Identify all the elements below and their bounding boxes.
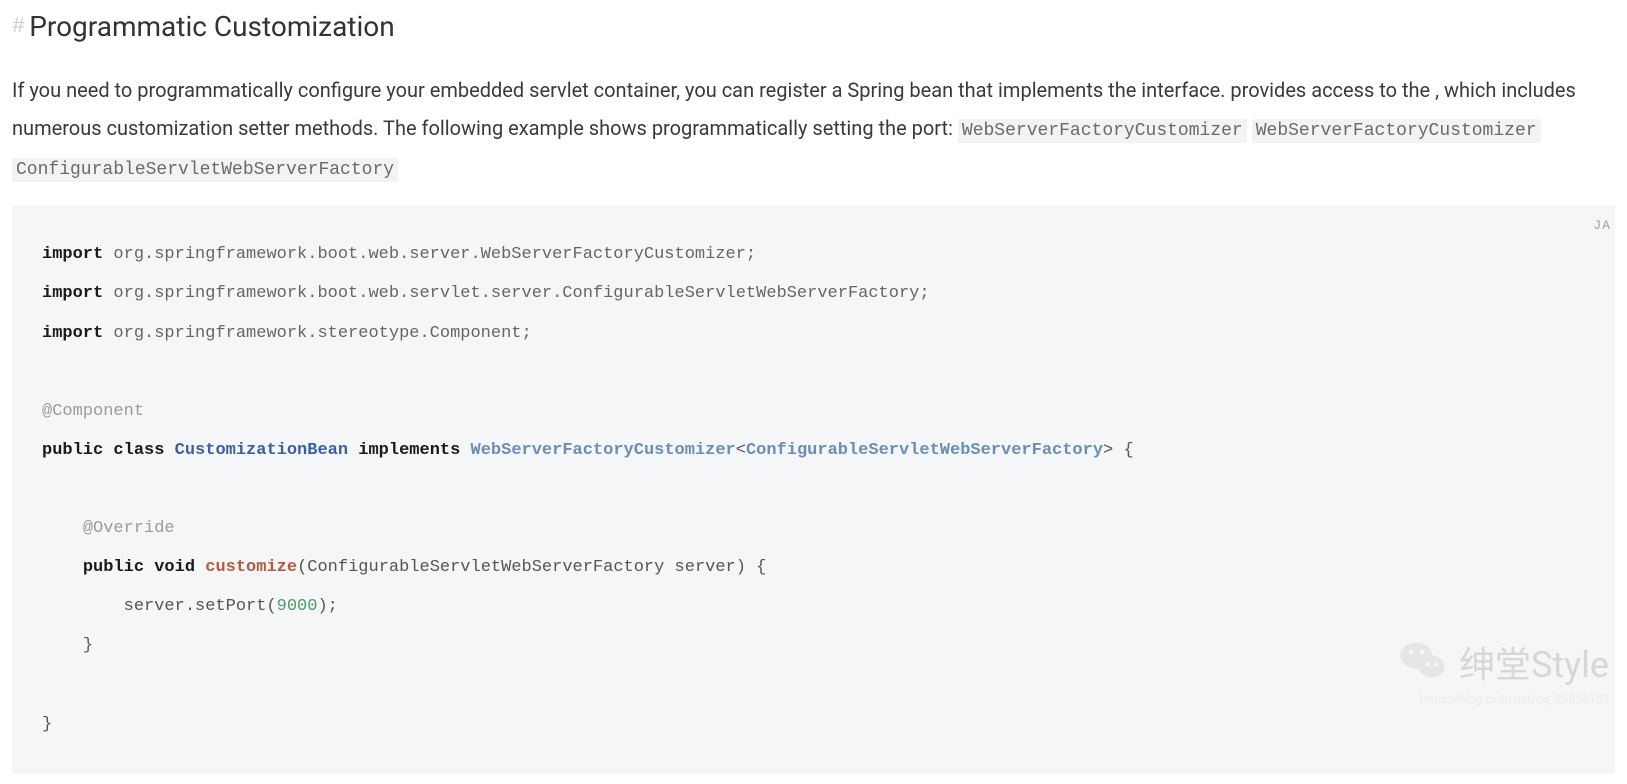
- body-line: server.setPort(: [42, 597, 277, 616]
- generic-type: ConfigurableServletWebServerFactory: [746, 441, 1103, 460]
- intro-paragraph: If you need to programmatically configur…: [12, 71, 1615, 187]
- kw-public: public: [83, 558, 144, 577]
- class-name: CustomizationBean: [175, 441, 348, 460]
- code-language-tag: JA: [1593, 211, 1611, 241]
- anchor-icon: #: [12, 14, 25, 39]
- method-customize: customize: [205, 558, 297, 577]
- kw-public: public: [42, 441, 103, 460]
- heading-text: Programmatic Customization: [29, 10, 395, 43]
- kw-void: void: [154, 558, 195, 577]
- pkg-2: org.springframework.boot.web.servlet.ser…: [113, 284, 929, 303]
- kw-import: import: [42, 324, 103, 343]
- pkg-3: org.springframework.stereotype.Component…: [113, 324, 531, 343]
- kw-class: class: [113, 441, 164, 460]
- method-params: (ConfigurableServletWebServerFactory ser…: [297, 558, 766, 577]
- annotation-override: @Override: [83, 519, 175, 538]
- pkg-1: org.springframework.boot.web.server.WebS…: [113, 245, 756, 264]
- inline-code-3: ConfigurableServletWebServerFactory: [12, 158, 398, 182]
- inline-code-2: WebServerFactoryCustomizer: [1252, 119, 1541, 143]
- interface-name: WebServerFactoryCustomizer: [471, 441, 736, 460]
- section-heading: # Programmatic Customization: [12, 10, 1615, 43]
- kw-implements: implements: [358, 441, 460, 460]
- inline-code-1: WebServerFactoryCustomizer: [958, 119, 1247, 143]
- code-block[interactable]: JA import org.springframework.boot.web.se…: [12, 205, 1615, 773]
- kw-import: import: [42, 245, 103, 264]
- kw-import: import: [42, 284, 103, 303]
- annotation-component: @Component: [42, 402, 144, 421]
- port-number: 9000: [277, 597, 318, 616]
